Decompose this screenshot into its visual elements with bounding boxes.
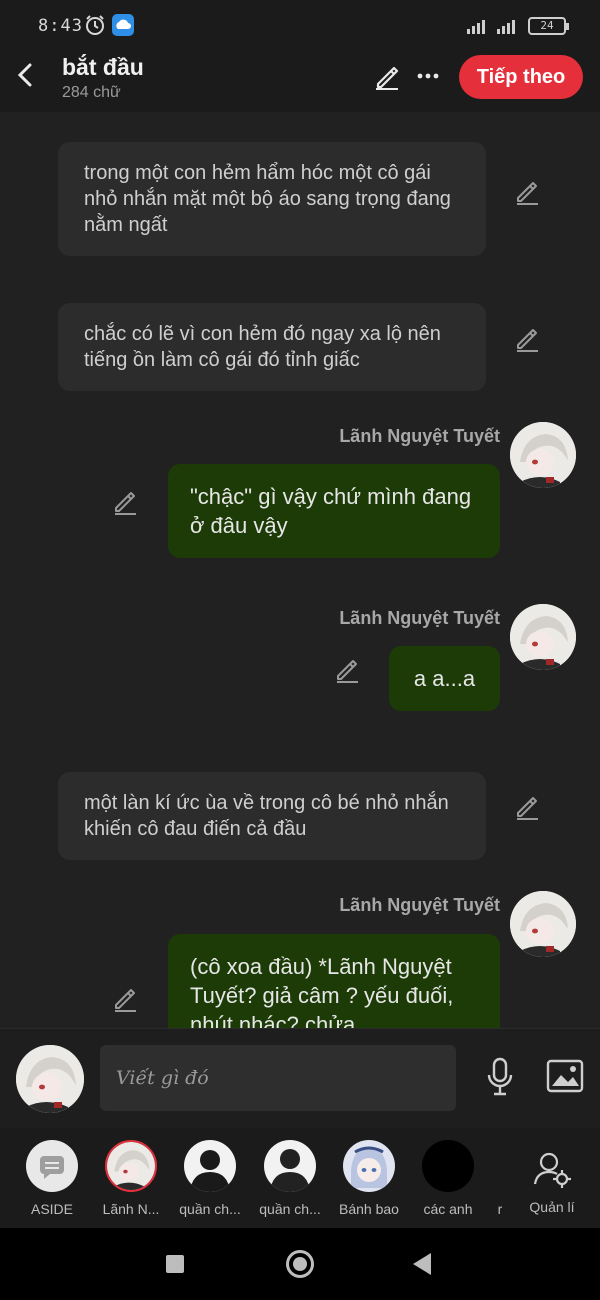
edit-pencil-icon[interactable] bbox=[334, 657, 360, 683]
avatar bbox=[343, 1140, 395, 1192]
speech-bubble[interactable]: (cô xoa đầu) *Lãnh Nguyệt Tuyết? giả câm… bbox=[168, 934, 500, 1028]
black-circle bbox=[422, 1140, 474, 1192]
avatar bbox=[105, 1140, 157, 1192]
manage-label: Quản lí bbox=[529, 1199, 575, 1215]
system-nav-bar bbox=[0, 1228, 600, 1300]
alarm-clock-icon bbox=[86, 15, 104, 35]
app-header: bắt đầu 284 chữ Tiếp theo bbox=[0, 52, 600, 112]
edit-pencil-icon[interactable] bbox=[514, 794, 540, 820]
character-icon bbox=[500, 1140, 501, 1192]
recent-apps-icon[interactable] bbox=[166, 1255, 184, 1273]
signal-icon bbox=[497, 20, 515, 34]
speaker-name: Lãnh Nguyệt Tuyết bbox=[339, 608, 500, 628]
character-selector: ASIDE Lãnh N... quần ch... quần ch... Bá… bbox=[0, 1128, 600, 1228]
speech-bubble[interactable]: a a...a bbox=[389, 646, 500, 711]
aside-icon bbox=[26, 1140, 78, 1192]
edit-pencil-icon[interactable] bbox=[112, 489, 138, 515]
speech-text: "chậc" gì vậy chứ mình đang ở đâu vậy bbox=[190, 484, 472, 538]
character-item[interactable]: quần ch... bbox=[250, 1140, 330, 1217]
silhouette-icon bbox=[184, 1140, 236, 1192]
battery-level: 24 bbox=[540, 19, 554, 32]
battery-icon: 24 bbox=[528, 17, 569, 35]
back-arrow-icon[interactable] bbox=[14, 62, 36, 88]
speaker-name: Lãnh Nguyệt Tuyết bbox=[339, 426, 500, 446]
speech-bubble[interactable]: "chậc" gì vậy chứ mình đang ở đâu vậy bbox=[168, 464, 500, 558]
character-item[interactable]: Bánh bao bbox=[329, 1140, 409, 1217]
speech-text: (cô xoa đầu) *Lãnh Nguyệt Tuyết? giả câm… bbox=[190, 954, 454, 1028]
manage-characters-button[interactable]: Quản lí bbox=[522, 1150, 582, 1215]
edit-pencil-icon[interactable] bbox=[112, 986, 138, 1012]
character-label: ASIDE bbox=[30, 1201, 73, 1217]
signal-icon bbox=[467, 20, 485, 34]
current-character-avatar[interactable] bbox=[16, 1045, 84, 1113]
character-item[interactable]: ASIDE bbox=[12, 1140, 92, 1217]
character-item[interactable]: Lãnh N... bbox=[91, 1140, 171, 1217]
character-label: quần ch... bbox=[179, 1201, 241, 1217]
user-settings-icon bbox=[533, 1152, 571, 1188]
edit-pencil-icon[interactable] bbox=[374, 64, 400, 90]
more-options-icon[interactable] bbox=[416, 64, 440, 88]
edit-pencil-icon[interactable] bbox=[514, 326, 540, 352]
story-title: bắt đầu bbox=[62, 54, 144, 80]
chat-area[interactable]: trong một con hẻm hẩm hóc một cô gái nhỏ… bbox=[0, 112, 600, 1028]
character-label: các anh bbox=[423, 1201, 473, 1217]
silhouette-icon bbox=[264, 1140, 316, 1192]
image-icon[interactable] bbox=[546, 1059, 584, 1093]
narration-bubble[interactable]: chắc có lẽ vì con hẻm đó ngay xa lộ nên … bbox=[58, 303, 486, 391]
edit-pencil-icon[interactable] bbox=[514, 179, 540, 205]
status-bar: 8:43 24 bbox=[0, 0, 600, 52]
narration-bubble[interactable]: một làn kí ức ùa về trong cô bé nhỏ nhắn… bbox=[58, 772, 486, 860]
character-label: Bánh bao bbox=[339, 1201, 399, 1217]
character-label: Lãnh N... bbox=[102, 1201, 160, 1217]
narration-text: một làn kí ức ùa về trong cô bé nhỏ nhắn… bbox=[84, 792, 449, 840]
word-count: 284 chữ bbox=[62, 84, 121, 101]
avatar[interactable] bbox=[510, 422, 576, 488]
character-item[interactable]: quần ch... bbox=[170, 1140, 250, 1217]
speech-text: a a...a bbox=[413, 666, 476, 691]
avatar[interactable] bbox=[510, 891, 576, 957]
back-triangle-icon[interactable] bbox=[413, 1253, 431, 1275]
narration-bubble[interactable]: trong một con hẻm hẩm hóc một cô gái nhỏ… bbox=[58, 142, 486, 256]
home-icon[interactable] bbox=[286, 1250, 314, 1278]
character-item[interactable]: r bbox=[486, 1140, 514, 1217]
cloud-app-icon bbox=[112, 14, 134, 36]
character-item[interactable]: các anh bbox=[408, 1140, 488, 1217]
message-input-bar: Viết gì đó bbox=[0, 1028, 600, 1128]
narration-text: chắc có lẽ vì con hẻm đó ngay xa lộ nên … bbox=[84, 323, 441, 371]
character-label: r bbox=[497, 1201, 503, 1217]
avatar[interactable] bbox=[510, 604, 576, 670]
status-time: 8:43 bbox=[38, 16, 83, 36]
character-label: quần ch... bbox=[259, 1201, 321, 1217]
microphone-icon[interactable] bbox=[484, 1057, 516, 1097]
narration-text: trong một con hẻm hẩm hóc một cô gái nhỏ… bbox=[84, 162, 451, 236]
next-button[interactable]: Tiếp theo bbox=[459, 55, 583, 99]
message-input[interactable]: Viết gì đó bbox=[100, 1045, 456, 1111]
speaker-name: Lãnh Nguyệt Tuyết bbox=[339, 895, 500, 915]
